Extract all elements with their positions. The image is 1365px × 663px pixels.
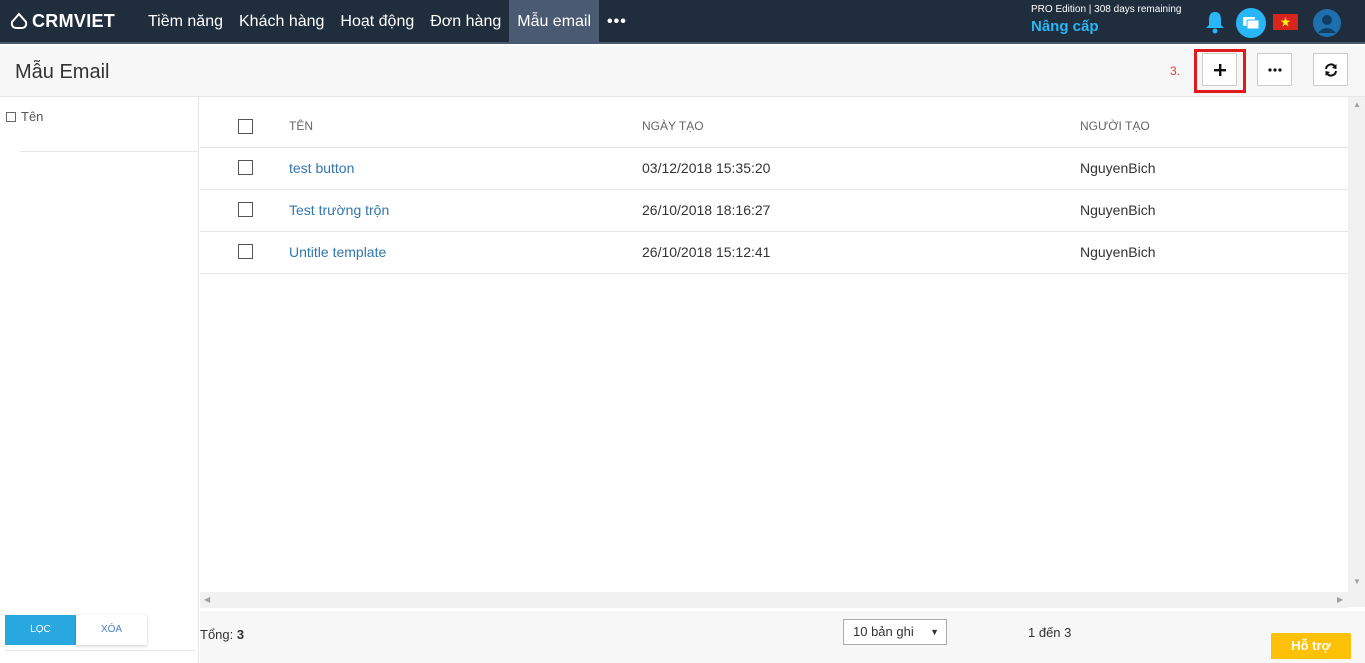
nav-item-email-templates[interactable]: Mẫu email <box>509 0 600 44</box>
scroll-up-arrow-icon[interactable]: ▲ <box>1353 100 1361 109</box>
nav-item-orders[interactable]: Đơn hàng <box>422 0 509 44</box>
column-header-name[interactable]: TÊN <box>289 119 313 133</box>
template-name-link[interactable]: test button <box>289 160 354 176</box>
checkbox-icon <box>6 111 16 122</box>
nav-more-button[interactable]: ••• <box>599 0 635 44</box>
user-avatar-icon[interactable] <box>1313 9 1341 37</box>
refresh-icon <box>1324 62 1337 77</box>
refresh-button[interactable] <box>1313 53 1348 86</box>
select-all-checkbox[interactable] <box>238 119 253 134</box>
total-value: 3 <box>236 627 245 642</box>
plus-icon <box>1213 63 1226 76</box>
top-navbar: CRMVIET Tiềm năng Khách hàng Hoạt động Đ… <box>0 0 1365 44</box>
total-count: Tổng: 3 <box>200 627 244 642</box>
column-header-creator[interactable]: NGƯỜI TẠO <box>1080 119 1150 133</box>
support-button[interactable]: Hỗ trợ <box>1271 633 1351 659</box>
row-checkbox[interactable] <box>238 202 253 217</box>
ellipsis-icon <box>1267 67 1282 72</box>
table-row[interactable]: Untitle template 26/10/2018 15:12:41 Ngu… <box>200 231 1348 274</box>
table-row[interactable]: Test trường trộn 26/10/2018 18:16:27 Ngu… <box>200 189 1348 232</box>
created-date: 03/12/2018 15:35:20 <box>642 160 771 176</box>
divider <box>20 151 198 152</box>
creator-name: NguyenBich <box>1080 244 1156 260</box>
main-nav: Tiềm năng Khách hàng Hoạt động Đơn hàng … <box>140 0 635 44</box>
page-header: Mẫu Email 3. <box>0 46 1365 97</box>
row-checkbox[interactable] <box>238 244 253 259</box>
filter-name-label: Tên <box>21 109 44 124</box>
caret-down-icon: ▼ <box>930 627 939 637</box>
brand-name: CRMVIET <box>32 10 116 31</box>
more-actions-button[interactable] <box>1257 53 1292 86</box>
nav-item-customers[interactable]: Khách hàng <box>231 0 332 44</box>
pagination-range: 1 đến 3 <box>1028 625 1072 640</box>
scroll-right-arrow-icon[interactable]: ▶ <box>1337 595 1343 604</box>
brand-logo[interactable]: CRMVIET <box>10 10 115 32</box>
vertical-scrollbar[interactable]: ▲ ▼ <box>1348 97 1365 607</box>
table-footer: Tổng: 3 10 bản ghi ▼ 1 đến 3 Hỗ trợ <box>200 611 1365 663</box>
scroll-down-arrow-icon[interactable]: ▼ <box>1353 577 1361 586</box>
vietnam-flag-icon[interactable] <box>1273 14 1298 30</box>
edition-info: PRO Edition | 308 days remaining <box>1031 4 1182 15</box>
created-date: 26/10/2018 15:12:41 <box>642 244 771 260</box>
row-checkbox[interactable] <box>238 160 253 175</box>
nav-item-leads[interactable]: Tiềm năng <box>140 0 231 44</box>
page-size-value: 10 bản ghi <box>853 624 914 639</box>
scroll-left-arrow-icon[interactable]: ◀ <box>204 595 210 604</box>
clear-button[interactable]: XÓA <box>76 615 147 645</box>
home-icon <box>10 12 28 29</box>
creator-name: NguyenBich <box>1080 160 1156 176</box>
divider <box>5 650 195 651</box>
template-name-link[interactable]: Test trường trộn <box>289 202 389 218</box>
table-row[interactable]: test button 03/12/2018 15:35:20 NguyenBi… <box>200 147 1348 190</box>
upgrade-link[interactable]: Nâng cấp <box>1031 18 1099 35</box>
page-title: Mẫu Email <box>15 61 110 83</box>
table-header: TÊN NGÀY TẠO NGƯỜI TẠO <box>200 97 1348 148</box>
template-name-link[interactable]: Untitle template <box>289 244 386 260</box>
created-date: 26/10/2018 18:16:27 <box>642 202 771 218</box>
step-annotation: 3. <box>1170 64 1181 78</box>
nav-item-activities[interactable]: Hoạt động <box>332 0 422 44</box>
creator-name: NguyenBich <box>1080 202 1156 218</box>
chat-icon[interactable] <box>1236 8 1266 38</box>
bell-icon[interactable] <box>1204 10 1226 39</box>
filter-sidebar: Tên LỌC XÓA <box>0 97 199 663</box>
filter-name-checkbox[interactable]: Tên <box>6 109 43 124</box>
total-label: Tổng: <box>200 627 234 642</box>
add-button[interactable] <box>1202 53 1237 86</box>
page-size-select[interactable]: 10 bản ghi ▼ <box>843 619 947 645</box>
column-header-created[interactable]: NGÀY TẠO <box>642 119 704 133</box>
filter-button[interactable]: LỌC <box>5 615 76 645</box>
main-content: TÊN NGÀY TẠO NGƯỜI TẠO test button 03/12… <box>200 97 1365 663</box>
horizontal-scrollbar[interactable]: ◀ ▶ <box>200 592 1348 608</box>
